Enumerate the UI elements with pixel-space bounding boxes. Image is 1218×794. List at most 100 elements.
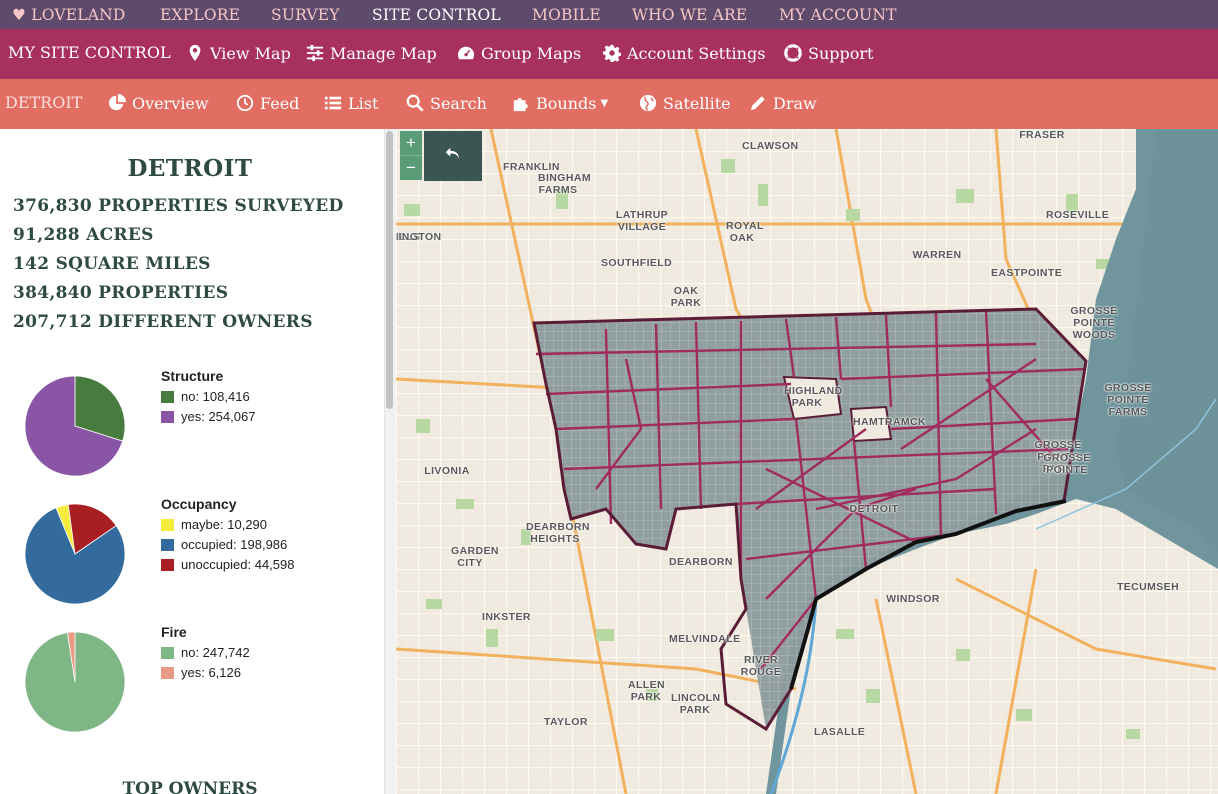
map-label: ROYAL OAK <box>726 220 764 244</box>
map-layer <box>396 129 1218 794</box>
pencil-icon <box>748 93 768 113</box>
occupancy-legend-occupied: occupied: 198,986 <box>161 537 287 552</box>
map-label: GARDEN CITY <box>451 545 499 569</box>
nav-explore[interactable]: EXPLORE <box>160 6 240 24</box>
map-canvas[interactable]: FRASER CLAWSON FRANKLIN BINGHAM FARMS LATHRU… <box>396 129 1218 794</box>
fire-pie-chart <box>24 631 126 733</box>
legend-swatch <box>161 390 174 403</box>
zoom-out-button[interactable]: − <box>400 155 422 179</box>
structure-legend-no: no: 108,416 <box>161 389 250 404</box>
map-label: LINCOLN PARK <box>671 692 721 716</box>
caret-down-icon: ▼ <box>600 97 609 109</box>
zoom-control: + − <box>400 131 422 180</box>
map-label: CLAWSON <box>742 140 799 152</box>
pie-chart-icon <box>107 93 127 113</box>
map-label: EASTPOINTE <box>991 267 1063 279</box>
satellite-tab[interactable]: Satellite <box>638 93 731 113</box>
nav-who-we-are[interactable]: WHO WE ARE <box>632 6 747 24</box>
legend-swatch <box>161 538 174 551</box>
sliders-icon <box>305 43 325 63</box>
stat-properties-surveyed: 376,830 PROPERTIES SURVEYED <box>13 196 344 216</box>
map-label: GROSSE POINTE FARMS <box>1104 382 1152 418</box>
map-label: DEARBORN HEIGHTS <box>526 521 590 545</box>
stat-acres: 91,288 ACRES <box>13 225 154 245</box>
heart-icon: ♥ <box>12 6 27 24</box>
map-label: GROSSE POINTE WOODS <box>1070 305 1118 341</box>
overview-tab[interactable]: Overview <box>107 93 209 113</box>
map-label: SOUTHFIELD <box>601 257 673 269</box>
nav-loveland[interactable]: ♥ LOVELAND <box>12 6 126 24</box>
map-label: WARREN <box>912 249 962 261</box>
legend-swatch <box>161 558 174 571</box>
map-label: RIVER ROUGE <box>740 654 782 678</box>
occupancy-legend-maybe: maybe: 10,290 <box>161 517 267 532</box>
search-icon <box>405 93 425 113</box>
feed-tab[interactable]: Feed <box>235 93 299 113</box>
fire-legend-title: Fire <box>161 624 187 640</box>
account-settings-link[interactable]: Account Settings <box>602 43 765 63</box>
nav-site-control[interactable]: SITE CONTROL <box>372 6 501 24</box>
map-label: LIVONIA <box>424 465 470 477</box>
manage-map-link[interactable]: Manage Map <box>305 43 437 63</box>
group-maps-link[interactable]: Group Maps <box>456 43 581 63</box>
map-label: LASALLE <box>814 726 866 738</box>
map-nav-title[interactable]: DETROIT <box>5 93 82 112</box>
zoom-in-button[interactable]: + <box>400 131 422 155</box>
map-label: BINGHAM FARMS <box>538 172 591 196</box>
puzzle-icon <box>511 93 531 113</box>
fire-legend-yes: yes: 6,126 <box>161 665 241 680</box>
globe-icon <box>638 93 658 113</box>
nav-mobile[interactable]: MOBILE <box>532 6 601 24</box>
city-title: DETROIT <box>127 155 253 182</box>
legend-swatch <box>161 410 174 423</box>
occupancy-legend-title: Occupancy <box>161 496 237 512</box>
stat-square-miles: 142 SQUARE MILES <box>13 254 211 274</box>
site-control-nav: MY SITE CONTROL View Map Manage Map Grou… <box>0 29 1218 79</box>
draw-tab[interactable]: Draw <box>748 93 817 113</box>
occupancy-legend-unoccupied: unoccupied: 44,598 <box>161 557 294 572</box>
map-label: OAK PARK <box>670 285 702 309</box>
list-tab[interactable]: List <box>323 93 378 113</box>
map-label: INGTON <box>398 231 442 243</box>
clock-icon <box>235 93 255 113</box>
legend-swatch <box>161 518 174 531</box>
gear-icon <box>602 43 622 63</box>
map-label: DEARBORN <box>669 556 733 568</box>
fire-legend-no: no: 247,742 <box>161 645 250 660</box>
nav-survey[interactable]: SURVEY <box>271 6 340 24</box>
map-label: TAYLOR <box>544 716 588 728</box>
bounds-dropdown[interactable]: Bounds ▼ <box>511 93 608 113</box>
top-owners-heading: TOP OWNERS <box>122 779 258 794</box>
map-label: INKSTER <box>482 611 531 623</box>
map-marker-icon <box>185 43 205 63</box>
structure-legend-title: Structure <box>161 368 224 384</box>
undo-arrow-icon <box>444 145 462 167</box>
stat-owners: 207,712 DIFFERENT OWNERS <box>13 312 313 332</box>
map-label: TECUMSEH <box>1116 581 1180 593</box>
map-label: HAMTRAMCK <box>853 416 927 428</box>
occupancy-pie-chart <box>24 503 126 605</box>
dashboard-icon <box>456 43 476 63</box>
legend-swatch <box>161 646 174 659</box>
lifebuoy-icon <box>783 43 803 63</box>
undo-button[interactable] <box>424 131 482 181</box>
top-nav: ♥ LOVELAND EXPLORE SURVEY SITE CONTROL M… <box>0 0 1218 29</box>
site-nav-title[interactable]: MY SITE CONTROL <box>8 43 171 62</box>
view-map-link[interactable]: View Map <box>185 43 291 63</box>
legend-swatch <box>161 666 174 679</box>
sidebar-scrollbar-thumb[interactable] <box>386 131 393 409</box>
map-label: DETROIT <box>849 503 899 515</box>
map-label: MELVINDALE <box>669 633 741 645</box>
support-link[interactable]: Support <box>783 43 873 63</box>
map-label: GROSSE POINTE <box>1043 452 1091 476</box>
map-label: FRANKLIN <box>503 161 560 173</box>
nav-my-account[interactable]: MY ACCOUNT <box>779 6 897 24</box>
map-label: WINDSOR <box>886 593 940 605</box>
map-label: HIGHLAND PARK <box>784 385 843 409</box>
map-label: ROSEVILLE <box>1046 209 1110 221</box>
stat-properties: 384,840 PROPERTIES <box>13 283 229 303</box>
structure-legend-yes: yes: 254,067 <box>161 409 255 424</box>
list-icon <box>323 93 343 113</box>
structure-pie-chart <box>24 375 126 477</box>
search-tab[interactable]: Search <box>405 93 487 113</box>
